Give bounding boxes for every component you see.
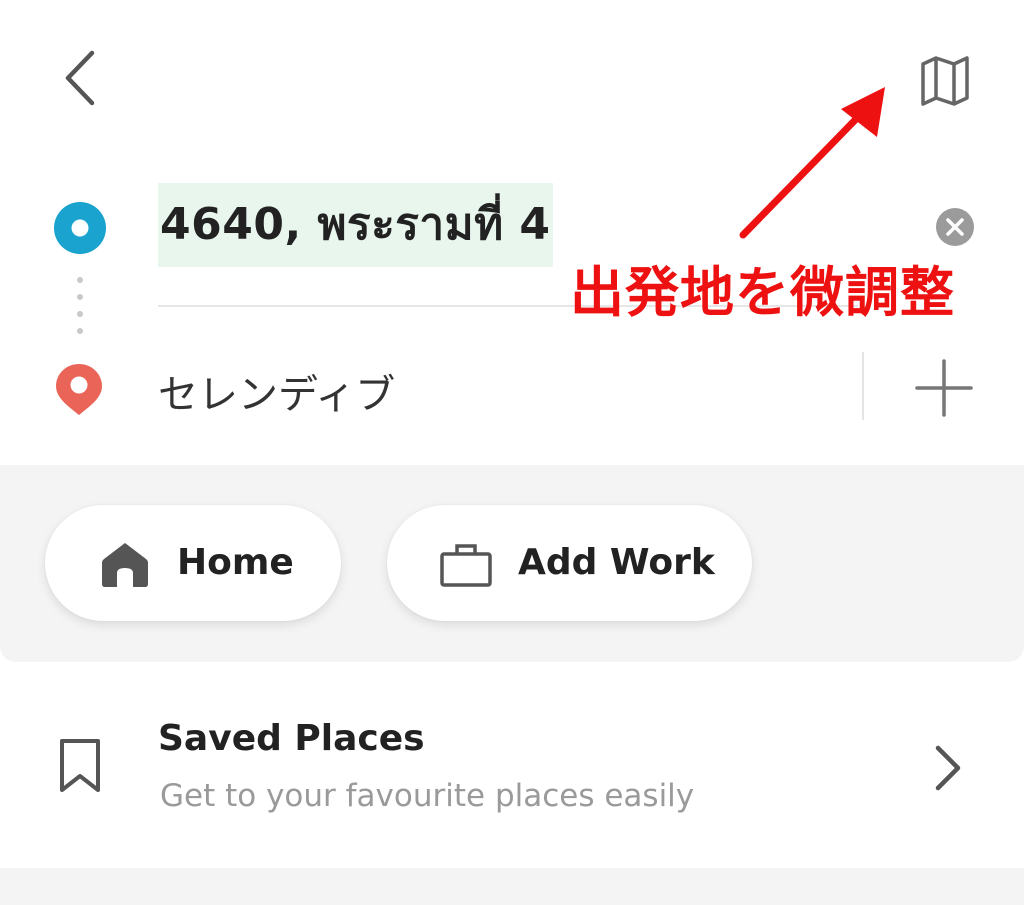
origin-marker-icon bbox=[54, 202, 106, 254]
route-connector bbox=[77, 277, 83, 334]
add-work-shortcut-button[interactable]: Add Work bbox=[387, 505, 752, 621]
annotation-arrow-icon bbox=[739, 87, 885, 239]
home-shortcut-label: Home bbox=[177, 542, 294, 583]
annotation-label: 出発地を微調整 bbox=[570, 261, 955, 324]
destination-input[interactable]: セレンディブ bbox=[158, 362, 395, 420]
saved-places-row[interactable] bbox=[0, 680, 1024, 865]
plus-icon bbox=[915, 359, 973, 417]
origin-input-value: 4640, พระรามที่ 4 bbox=[158, 183, 553, 267]
chevron-left-icon bbox=[65, 50, 95, 106]
section-separator bbox=[0, 868, 1024, 905]
briefcase-icon bbox=[440, 544, 492, 587]
map-icon bbox=[921, 56, 969, 106]
saved-places-subtitle: Get to your favourite places easily bbox=[160, 778, 695, 814]
chevron-right-icon bbox=[935, 745, 961, 791]
map-view-button[interactable] bbox=[912, 52, 978, 108]
vertical-divider bbox=[862, 352, 864, 420]
add-stop-button[interactable] bbox=[914, 358, 974, 418]
back-button[interactable] bbox=[52, 45, 112, 111]
destination-pin-icon bbox=[56, 364, 102, 415]
saved-places-title: Saved Places bbox=[158, 718, 425, 759]
clear-origin-button[interactable] bbox=[935, 207, 975, 247]
bookmark-icon bbox=[60, 739, 100, 792]
clear-icon bbox=[936, 208, 974, 246]
add-work-shortcut-label: Add Work bbox=[518, 542, 715, 583]
home-icon bbox=[102, 543, 148, 587]
home-shortcut-button[interactable]: Home bbox=[45, 505, 341, 621]
